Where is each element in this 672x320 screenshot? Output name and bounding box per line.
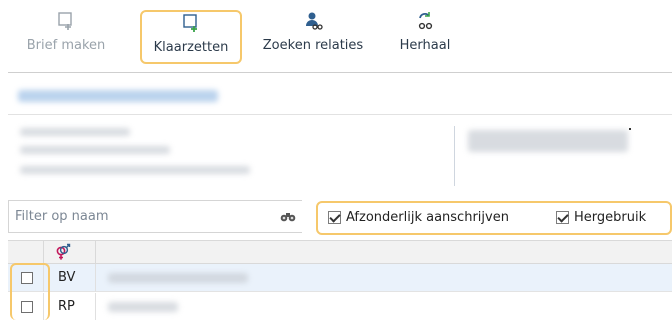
redacted-text <box>20 166 250 174</box>
filter-field <box>8 200 302 233</box>
vertical-divider <box>454 126 455 186</box>
herhaal-button[interactable]: Herhaal <box>384 10 466 66</box>
dot-mark <box>629 128 631 130</box>
document-add-icon <box>183 14 197 32</box>
toolbar: Brief maken Klaarzetten Zoeken relaties … <box>0 0 672 68</box>
select-column-header <box>8 241 44 264</box>
row-initials: BV <box>44 264 96 292</box>
redacted-block <box>468 130 628 152</box>
gender-column-header[interactable] <box>44 241 96 264</box>
brief-maken-label: Brief maken <box>26 38 106 53</box>
zoeken-relaties-button[interactable]: Zoeken relaties <box>252 10 374 66</box>
klaarzetten-label: Klaarzetten <box>153 40 229 55</box>
checkbox-checked-icon <box>556 211 569 224</box>
hergebruik-label: Hergebruik <box>574 210 647 225</box>
row-initials: RP <box>44 293 96 320</box>
grid-header <box>8 240 672 264</box>
redacted-text <box>20 128 130 136</box>
table-row[interactable]: BV <box>8 264 672 292</box>
redacted-cell <box>108 273 248 283</box>
person-search-icon <box>306 12 323 30</box>
redacted-title <box>18 90 218 102</box>
redacted-text <box>20 146 170 154</box>
options-group: Afzonderlijk aanschrijven Hergebruik <box>316 201 672 235</box>
checkbox-checked-icon <box>328 211 341 224</box>
filter-input[interactable] <box>9 201 249 232</box>
klaarzetten-button[interactable]: Klaarzetten <box>140 10 242 64</box>
brief-maken-button[interactable]: Brief maken <box>16 10 116 66</box>
toolbar-divider <box>8 72 672 73</box>
afzonderlijk-checkbox[interactable]: Afzonderlijk aanschrijven <box>328 210 509 225</box>
redacted-cell <box>108 302 178 312</box>
afzonderlijk-label: Afzonderlijk aanschrijven <box>346 210 509 225</box>
panel-divider <box>8 114 672 115</box>
row-checkbox-highlight <box>10 263 50 320</box>
zoeken-relaties-label: Zoeken relaties <box>262 38 364 53</box>
hergebruik-checkbox[interactable]: Hergebruik <box>556 210 646 225</box>
gender-icon <box>56 243 71 260</box>
binoculars-icon[interactable] <box>280 209 296 223</box>
filter-bar: Afzonderlijk aanschrijven Hergebruik <box>8 200 672 235</box>
herhaal-label: Herhaal <box>399 38 451 53</box>
table-row[interactable]: RP <box>8 293 672 320</box>
document-add-icon <box>58 12 72 30</box>
repeat-icon <box>418 12 433 30</box>
